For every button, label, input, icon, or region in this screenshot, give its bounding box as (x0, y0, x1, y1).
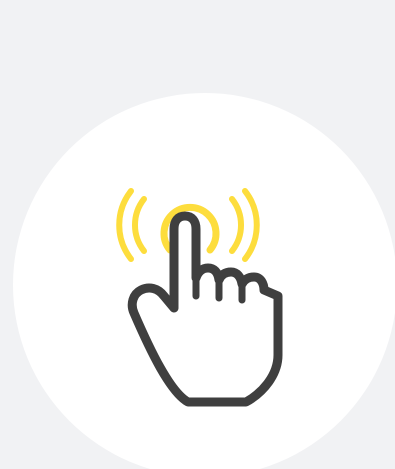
tap-gesture-icon (116, 188, 283, 407)
onboarding-screen (0, 0, 395, 469)
